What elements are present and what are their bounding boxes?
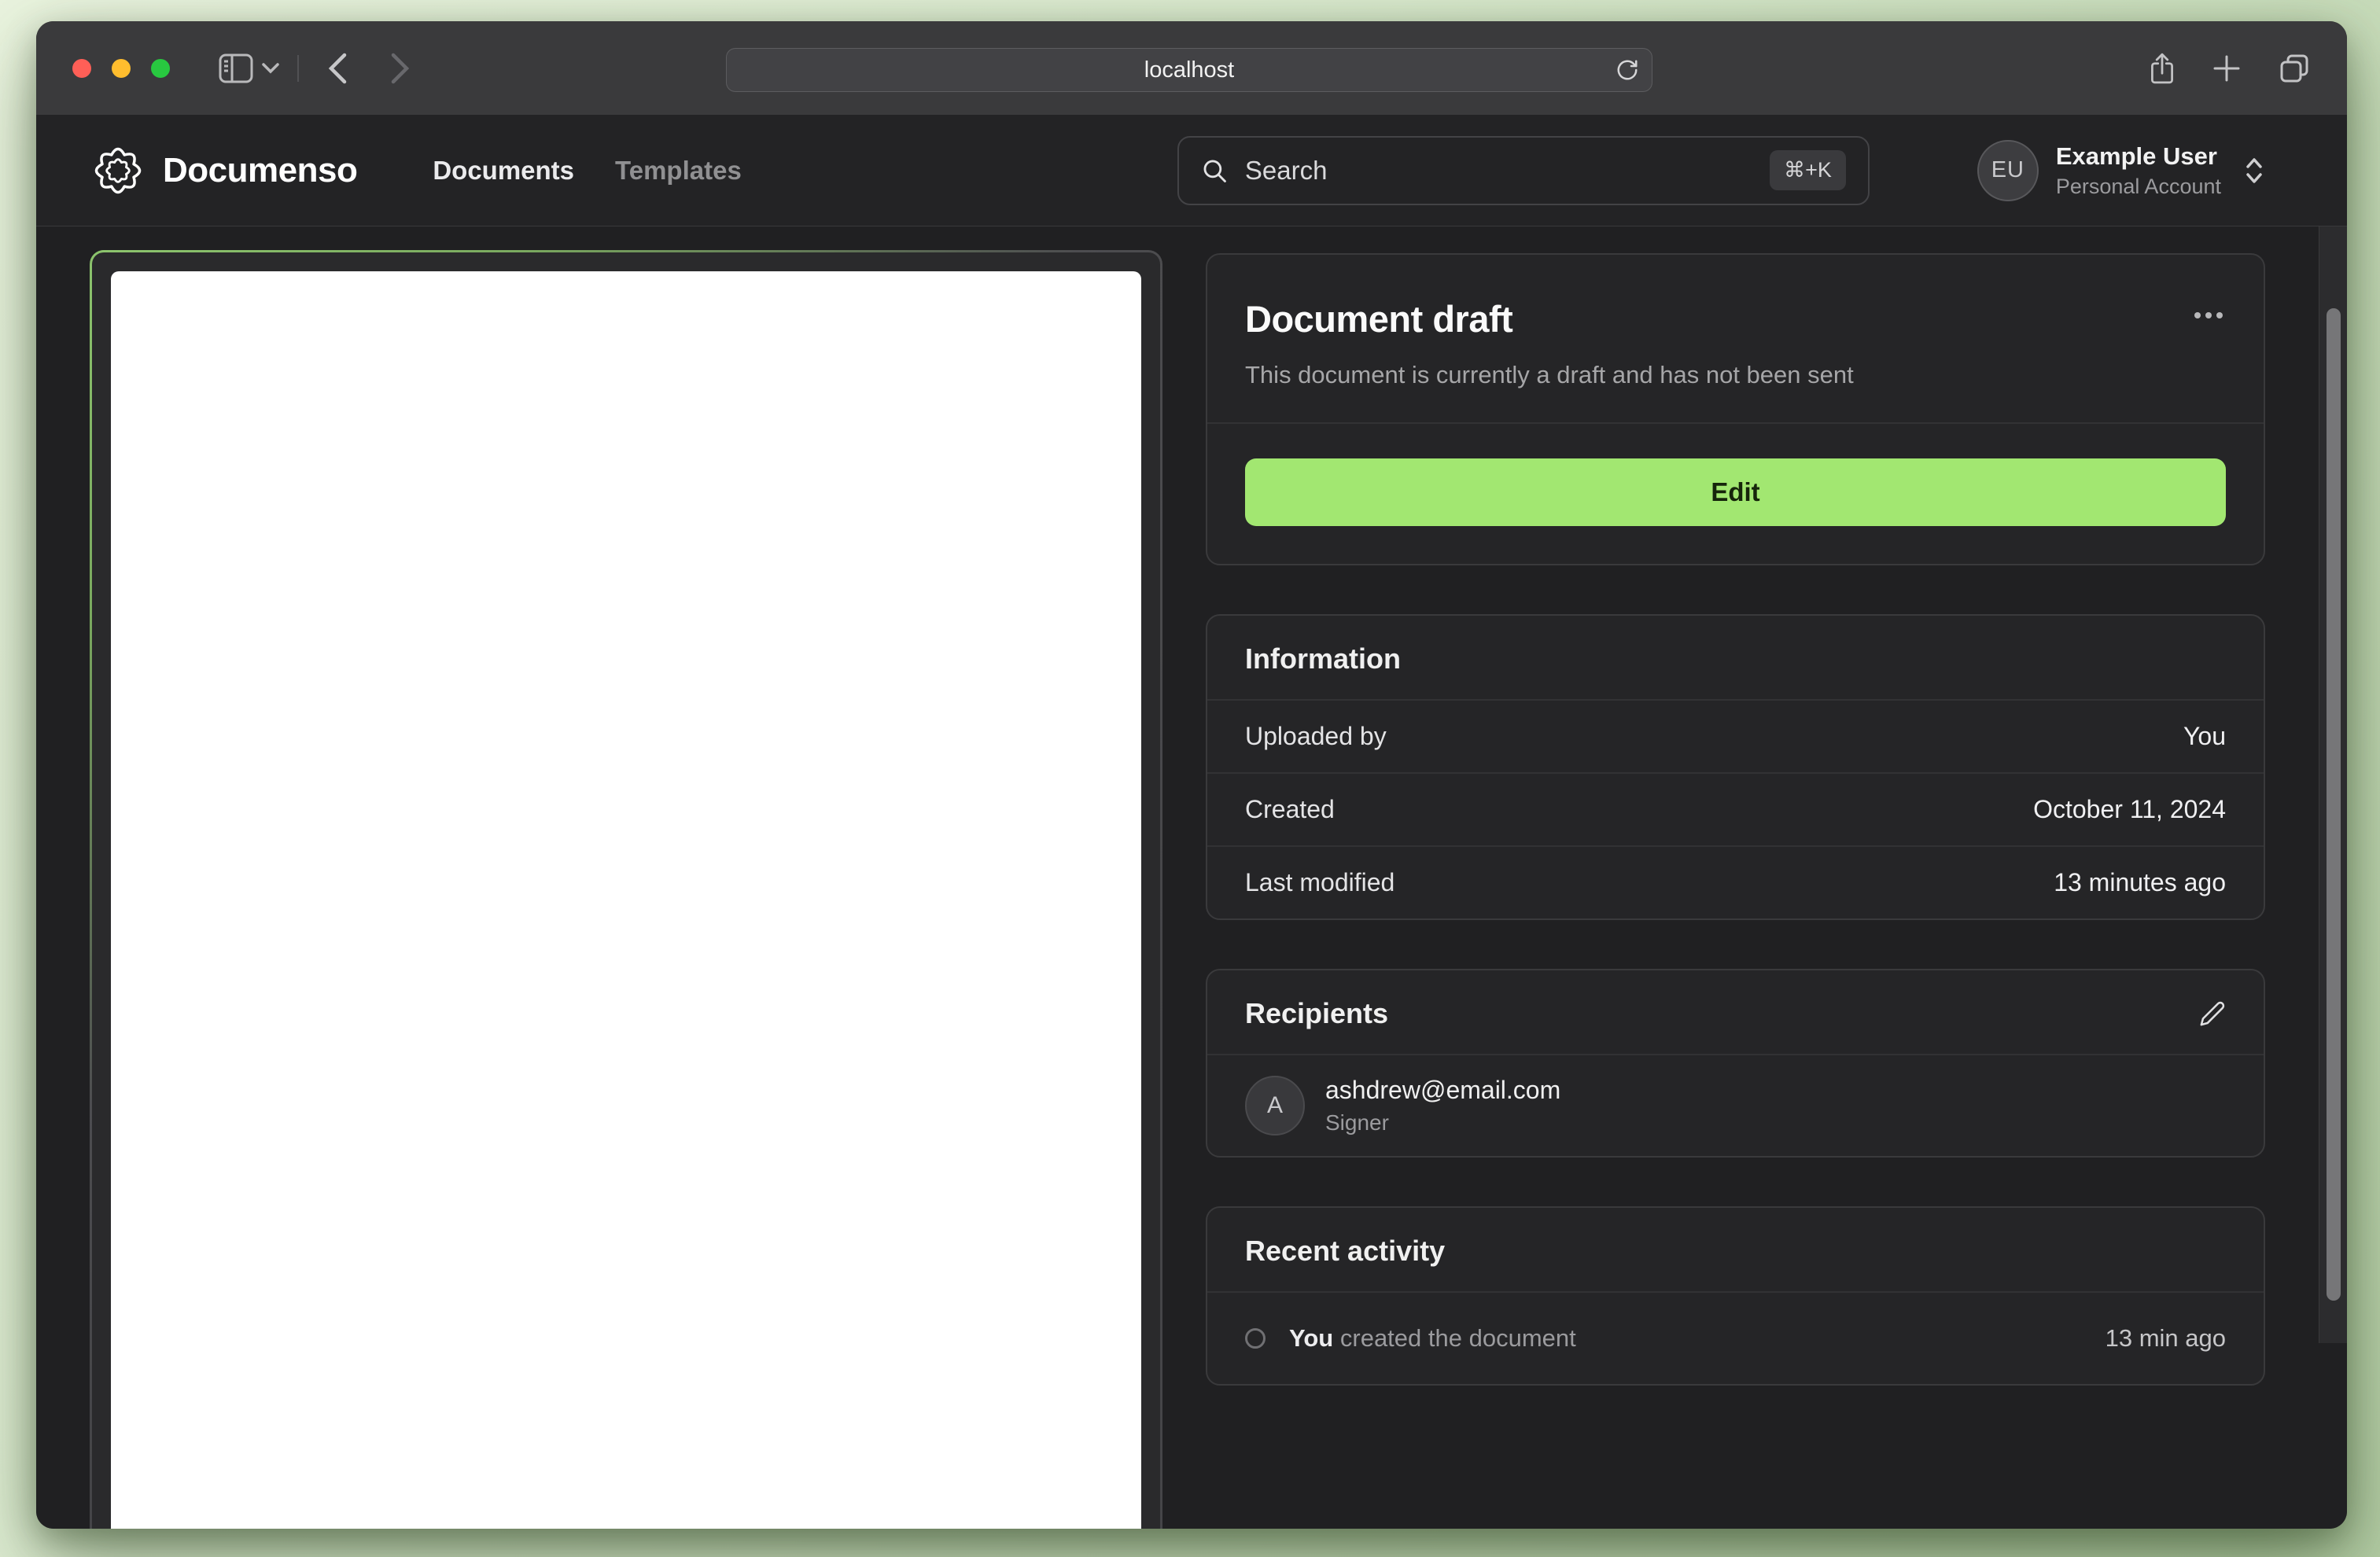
zoom-window-button[interactable] [151, 58, 170, 78]
activity-actor: You [1289, 1324, 1334, 1352]
chevron-up-down-icon [2243, 155, 2265, 186]
ellipsis-icon [2191, 310, 2226, 321]
address-bar[interactable]: localhost [726, 48, 1652, 92]
info-row-created: Created October 11, 2024 [1207, 772, 2264, 845]
search-icon [1201, 157, 1228, 184]
reload-icon [1616, 58, 1639, 82]
brand-name: Documenso [163, 150, 358, 190]
draft-card-title: Document draft [1245, 298, 1513, 340]
nav-documents[interactable]: Documents [433, 156, 574, 186]
recipient-email: ashdrew@email.com [1325, 1076, 1561, 1104]
toolbar-divider [297, 54, 299, 82]
chevron-right-icon [390, 52, 411, 85]
pencil-icon [2199, 1000, 2226, 1027]
tabs-icon [2278, 52, 2311, 85]
account-subtitle: Personal Account [2055, 174, 2221, 198]
chevron-left-icon [327, 52, 348, 85]
documenso-logo-icon [92, 145, 144, 197]
edit-button[interactable]: Edit [1245, 458, 2226, 526]
nav-templates[interactable]: Templates [615, 156, 742, 186]
reload-button[interactable] [1616, 58, 1639, 82]
document-preview-inner [92, 252, 1160, 1529]
recipients-card: Recipients A ashdrew@email.com Signer [1206, 969, 2265, 1158]
draft-status-card: Document draft This document is currentl… [1206, 253, 2265, 565]
share-button[interactable] [2149, 52, 2176, 85]
share-icon [2149, 52, 2176, 85]
forward-button[interactable] [390, 52, 411, 85]
recipient-role: Signer [1325, 1110, 1389, 1135]
edit-recipients-button[interactable] [2199, 1000, 2226, 1027]
plus-icon [2212, 53, 2242, 83]
more-options-button[interactable] [2191, 310, 2226, 321]
window-controls [72, 58, 170, 78]
activity-action: created the document [1339, 1324, 1576, 1352]
minimize-window-button[interactable] [112, 58, 131, 78]
recipients-card-title: Recipients [1245, 997, 1389, 1029]
scrollbar-track [2319, 226, 2347, 1343]
activity-card-title: Recent activity [1245, 1235, 1446, 1267]
activity-status-icon [1245, 1328, 1266, 1349]
tab-group-chevron-button[interactable] [261, 62, 280, 75]
account-name: Example User [2055, 142, 2217, 170]
app-viewport: Documenso Documents Templates Search ⌘+K… [36, 115, 2347, 1529]
search-shortcut-badge: ⌘+K [1770, 150, 1846, 190]
browser-window: localhost Documenso Documents Templates … [36, 21, 2347, 1529]
close-window-button[interactable] [72, 58, 91, 78]
account-menu-button[interactable]: EU Example User Personal Account [1977, 139, 2265, 201]
user-avatar: EU [1977, 139, 2039, 201]
information-card-title: Information [1245, 642, 1401, 675]
recipient-row: A ashdrew@email.com Signer [1207, 1054, 2264, 1156]
chevron-down-icon [261, 62, 280, 75]
sidebar-icon [219, 53, 253, 83]
document-page [111, 271, 1141, 1529]
scrollbar-thumb[interactable] [2327, 308, 2341, 1301]
activity-time: 13 min ago [2105, 1324, 2226, 1352]
document-preview-frame [90, 250, 1162, 1529]
draft-card-description: This document is currently a draft and h… [1245, 361, 1854, 388]
search-input[interactable]: Search ⌘+K [1177, 135, 1870, 205]
main-nav: Documents Templates [433, 156, 741, 186]
back-button[interactable] [327, 52, 348, 85]
info-row-uploaded-by: Uploaded by You [1207, 699, 2264, 772]
new-tab-button[interactable] [2212, 53, 2242, 83]
info-row-last-modified: Last modified 13 minutes ago [1207, 845, 2264, 918]
browser-toolbar: localhost [36, 21, 2347, 115]
document-sidebar: Document draft This document is currentl… [1206, 253, 2265, 1386]
recipient-avatar: A [1245, 1076, 1305, 1136]
recent-activity-card: Recent activity You created the document… [1206, 1206, 2265, 1386]
information-card: Information Uploaded by You Created Octo… [1206, 614, 2265, 920]
app-main: Document draft This document is currentl… [36, 226, 2347, 1529]
app-header: Documenso Documents Templates Search ⌘+K… [36, 115, 2347, 226]
activity-row: You created the document 13 min ago [1207, 1291, 2264, 1384]
address-bar-url: localhost [1144, 57, 1235, 83]
tab-overview-button[interactable] [2278, 52, 2311, 85]
search-placeholder: Search [1244, 155, 1328, 185]
sidebar-toggle-button[interactable] [219, 53, 253, 83]
documenso-logo-link[interactable]: Documenso [92, 145, 358, 197]
